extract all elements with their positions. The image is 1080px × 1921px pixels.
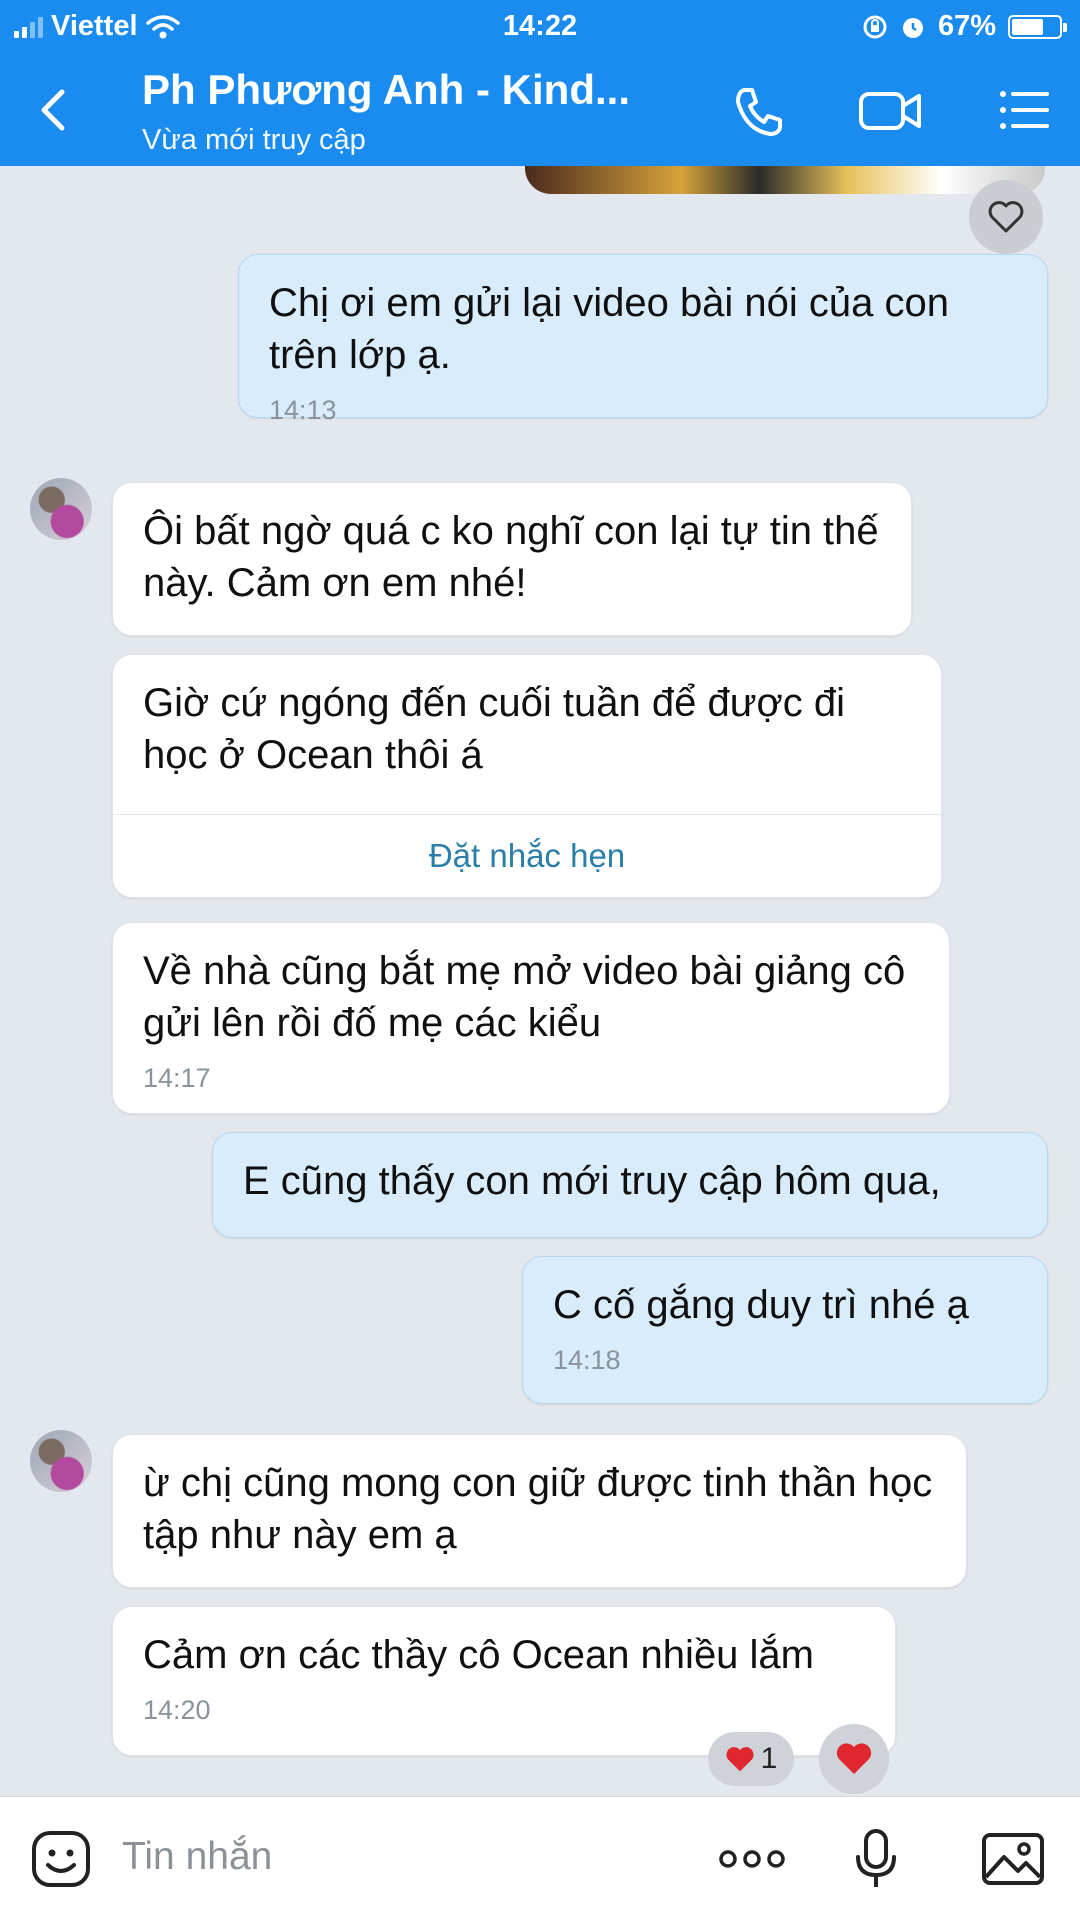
message-text: ừ chị cũng mong con giữ được tinh thần h… <box>143 1461 933 1557</box>
sticker-icon[interactable] <box>30 1829 92 1889</box>
message-text: Cảm ơn các thầy cô Ocean nhiều lắm <box>143 1633 814 1677</box>
battery-icon <box>1008 14 1067 39</box>
heart-outline-icon <box>988 201 1024 233</box>
media-message-preview[interactable] <box>525 166 1045 194</box>
battery-percent: 67% <box>937 10 996 42</box>
reaction-summary[interactable]: 1 <box>708 1732 794 1786</box>
react-button[interactable] <box>969 180 1043 254</box>
message-bubble-incoming[interactable]: Ôi bất ngờ quá c ko nghĩ con lại tự tin … <box>112 482 912 636</box>
heart-react-button[interactable] <box>819 1724 889 1794</box>
message-bubble-incoming[interactable]: Về nhà cũng bắt mẹ mở video bài giảng cô… <box>112 922 950 1114</box>
message-text: Về nhà cũng bắt mẹ mở video bài giảng cô… <box>143 949 906 1045</box>
heart-icon <box>836 1743 872 1774</box>
message-text: E cũng thấy con mới truy cập hôm qua, <box>243 1159 941 1203</box>
menu-icon[interactable] <box>995 80 1061 140</box>
heart-icon <box>726 1746 754 1771</box>
chat-header: Ph Phương Anh - Kind... Vừa mới truy cập <box>0 54 1080 166</box>
message-bubble-outgoing[interactable]: E cũng thấy con mới truy cập hôm qua, <box>212 1132 1048 1238</box>
message-bubble-incoming[interactable]: ừ chị cũng mong con giữ được tinh thần h… <box>112 1434 967 1588</box>
set-reminder-button[interactable]: Đặt nhắc hẹn <box>113 814 941 897</box>
reaction-count: 1 <box>760 1742 778 1775</box>
video-call-icon[interactable] <box>857 80 923 140</box>
message-time: 14:17 <box>143 1063 211 1093</box>
message-text: Giờ cứ ngóng đến cuối tuần để được đi họ… <box>143 681 845 777</box>
message-text: Chị ơi em gửi lại video bài nói của con … <box>269 281 950 377</box>
message-list[interactable]: Chị ơi em gửi lại video bài nói của con … <box>0 166 1080 1796</box>
message-time: 14:13 <box>269 395 337 425</box>
message-input[interactable]: Tin nhắn <box>122 1835 272 1879</box>
message-bubble-incoming[interactable]: Giờ cứ ngóng đến cuối tuần để được đi họ… <box>112 654 942 898</box>
message-time: 14:20 <box>143 1695 211 1725</box>
message-bubble-incoming[interactable]: Cảm ơn các thầy cô Ocean nhiều lắm 14:20 <box>112 1606 896 1756</box>
status-bar: Viettel 14:22 67% <box>0 0 1080 54</box>
message-bubble-outgoing[interactable]: C cố gắng duy trì nhé ạ 14:18 <box>522 1256 1048 1404</box>
rotation-lock-icon <box>863 15 887 38</box>
more-icon[interactable] <box>716 1829 788 1889</box>
alarm-icon <box>902 17 923 38</box>
message-text: Ôi bất ngờ quá c ko nghĩ con lại tự tin … <box>143 509 879 605</box>
message-bubble-outgoing[interactable]: Chị ơi em gửi lại video bài nói của con … <box>238 254 1048 425</box>
contact-status: Vừa mới truy cập <box>142 124 366 156</box>
message-time: 14:18 <box>553 1345 621 1375</box>
contact-avatar[interactable] <box>30 478 92 540</box>
message-input-bar: Tin nhắn <box>0 1796 1080 1921</box>
back-icon[interactable] <box>34 80 74 140</box>
contact-name[interactable]: Ph Phương Anh - Kind... <box>142 66 630 114</box>
status-right: 67% <box>862 10 1067 43</box>
microphone-icon[interactable] <box>854 1829 898 1889</box>
contact-avatar[interactable] <box>30 1430 92 1492</box>
phone-icon[interactable] <box>726 80 792 140</box>
image-icon[interactable] <box>980 1829 1046 1889</box>
message-text: C cố gắng duy trì nhé ạ <box>553 1283 969 1327</box>
